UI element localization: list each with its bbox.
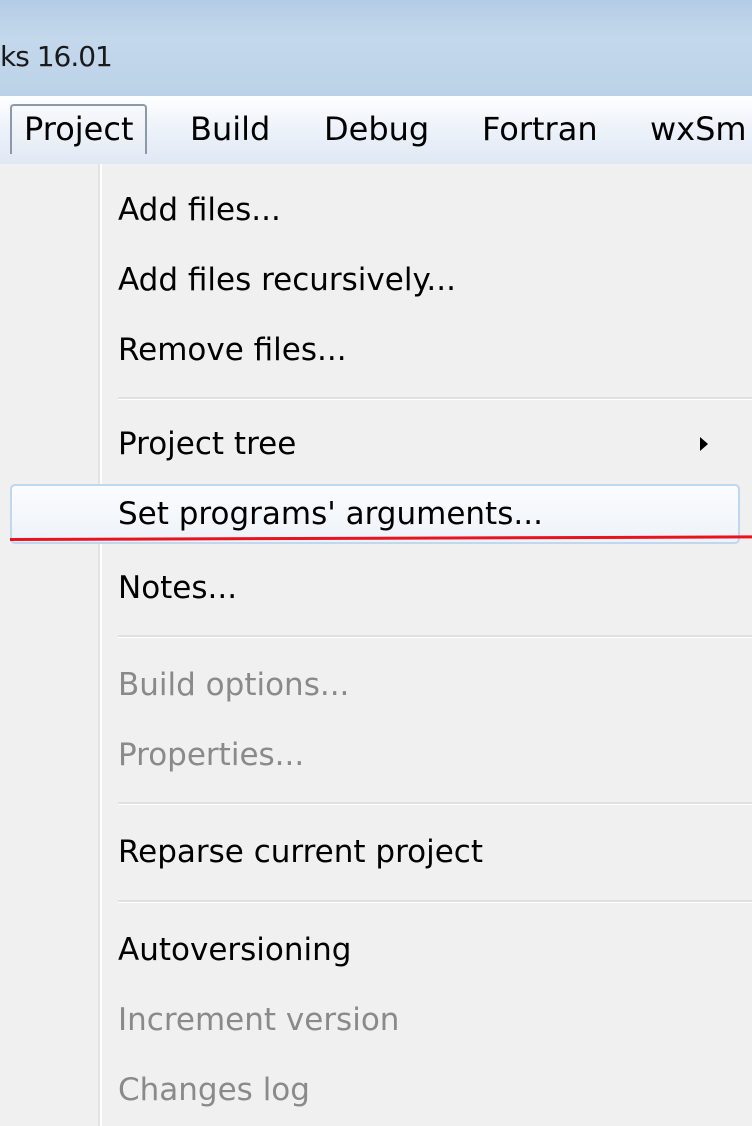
menu-item-label: Project tree — [118, 426, 297, 462]
menu-item-add-files[interactable]: Add files... — [0, 176, 752, 244]
menu-item-label: Autoversioning — [118, 932, 352, 968]
menu-item-label: Increment version — [118, 1002, 400, 1038]
menu-separator — [118, 397, 752, 400]
menu-wxsmith[interactable]: wxSm — [638, 104, 752, 154]
menu-item-add-files-recursively[interactable]: Add files recursively... — [0, 246, 752, 314]
menu-item-label: Reparse current project — [118, 834, 483, 870]
menu-item-remove-files[interactable]: Remove files... — [0, 316, 752, 384]
menu-item-label: Changes log — [118, 1072, 310, 1108]
menu-item-increment-version: Increment version — [0, 986, 752, 1054]
menu-item-label: Add files recursively... — [118, 262, 456, 298]
menu-item-build-options: Build options... — [0, 651, 752, 719]
project-dropdown-menu: Add files... Add files recursively... Re… — [0, 164, 752, 1126]
menu-item-label: Properties... — [118, 737, 305, 773]
menu-item-reparse-current-project[interactable]: Reparse current project — [0, 818, 752, 886]
title-bar: ks 16.01 — [0, 0, 752, 96]
menu-item-label: Build options... — [118, 667, 350, 703]
menu-separator — [118, 900, 752, 903]
window-title: ks 16.01 — [0, 40, 113, 73]
menu-separator — [118, 802, 752, 805]
menu-separator — [118, 635, 752, 638]
menu-debug[interactable]: Debug — [312, 104, 441, 154]
menu-item-changes-log: Changes log — [0, 1056, 752, 1124]
menu-item-label: Remove files... — [118, 332, 347, 368]
menu-build[interactable]: Build — [178, 104, 282, 154]
menu-bar: Project Build Debug Fortran wxSm — [0, 96, 752, 164]
app-window: ks 16.01 Project Build Debug Fortran wxS… — [0, 0, 752, 1126]
menu-item-project-tree[interactable]: Project tree — [0, 410, 752, 478]
menu-item-label: Add files... — [118, 192, 281, 228]
menu-project[interactable]: Project — [10, 104, 148, 154]
menu-item-autoversioning[interactable]: Autoversioning — [0, 916, 752, 984]
submenu-arrow-icon — [700, 437, 708, 451]
menu-item-properties: Properties... — [0, 721, 752, 789]
menu-item-label: Notes... — [118, 570, 238, 606]
menu-item-notes[interactable]: Notes... — [0, 554, 752, 622]
menu-fortran[interactable]: Fortran — [470, 104, 610, 154]
